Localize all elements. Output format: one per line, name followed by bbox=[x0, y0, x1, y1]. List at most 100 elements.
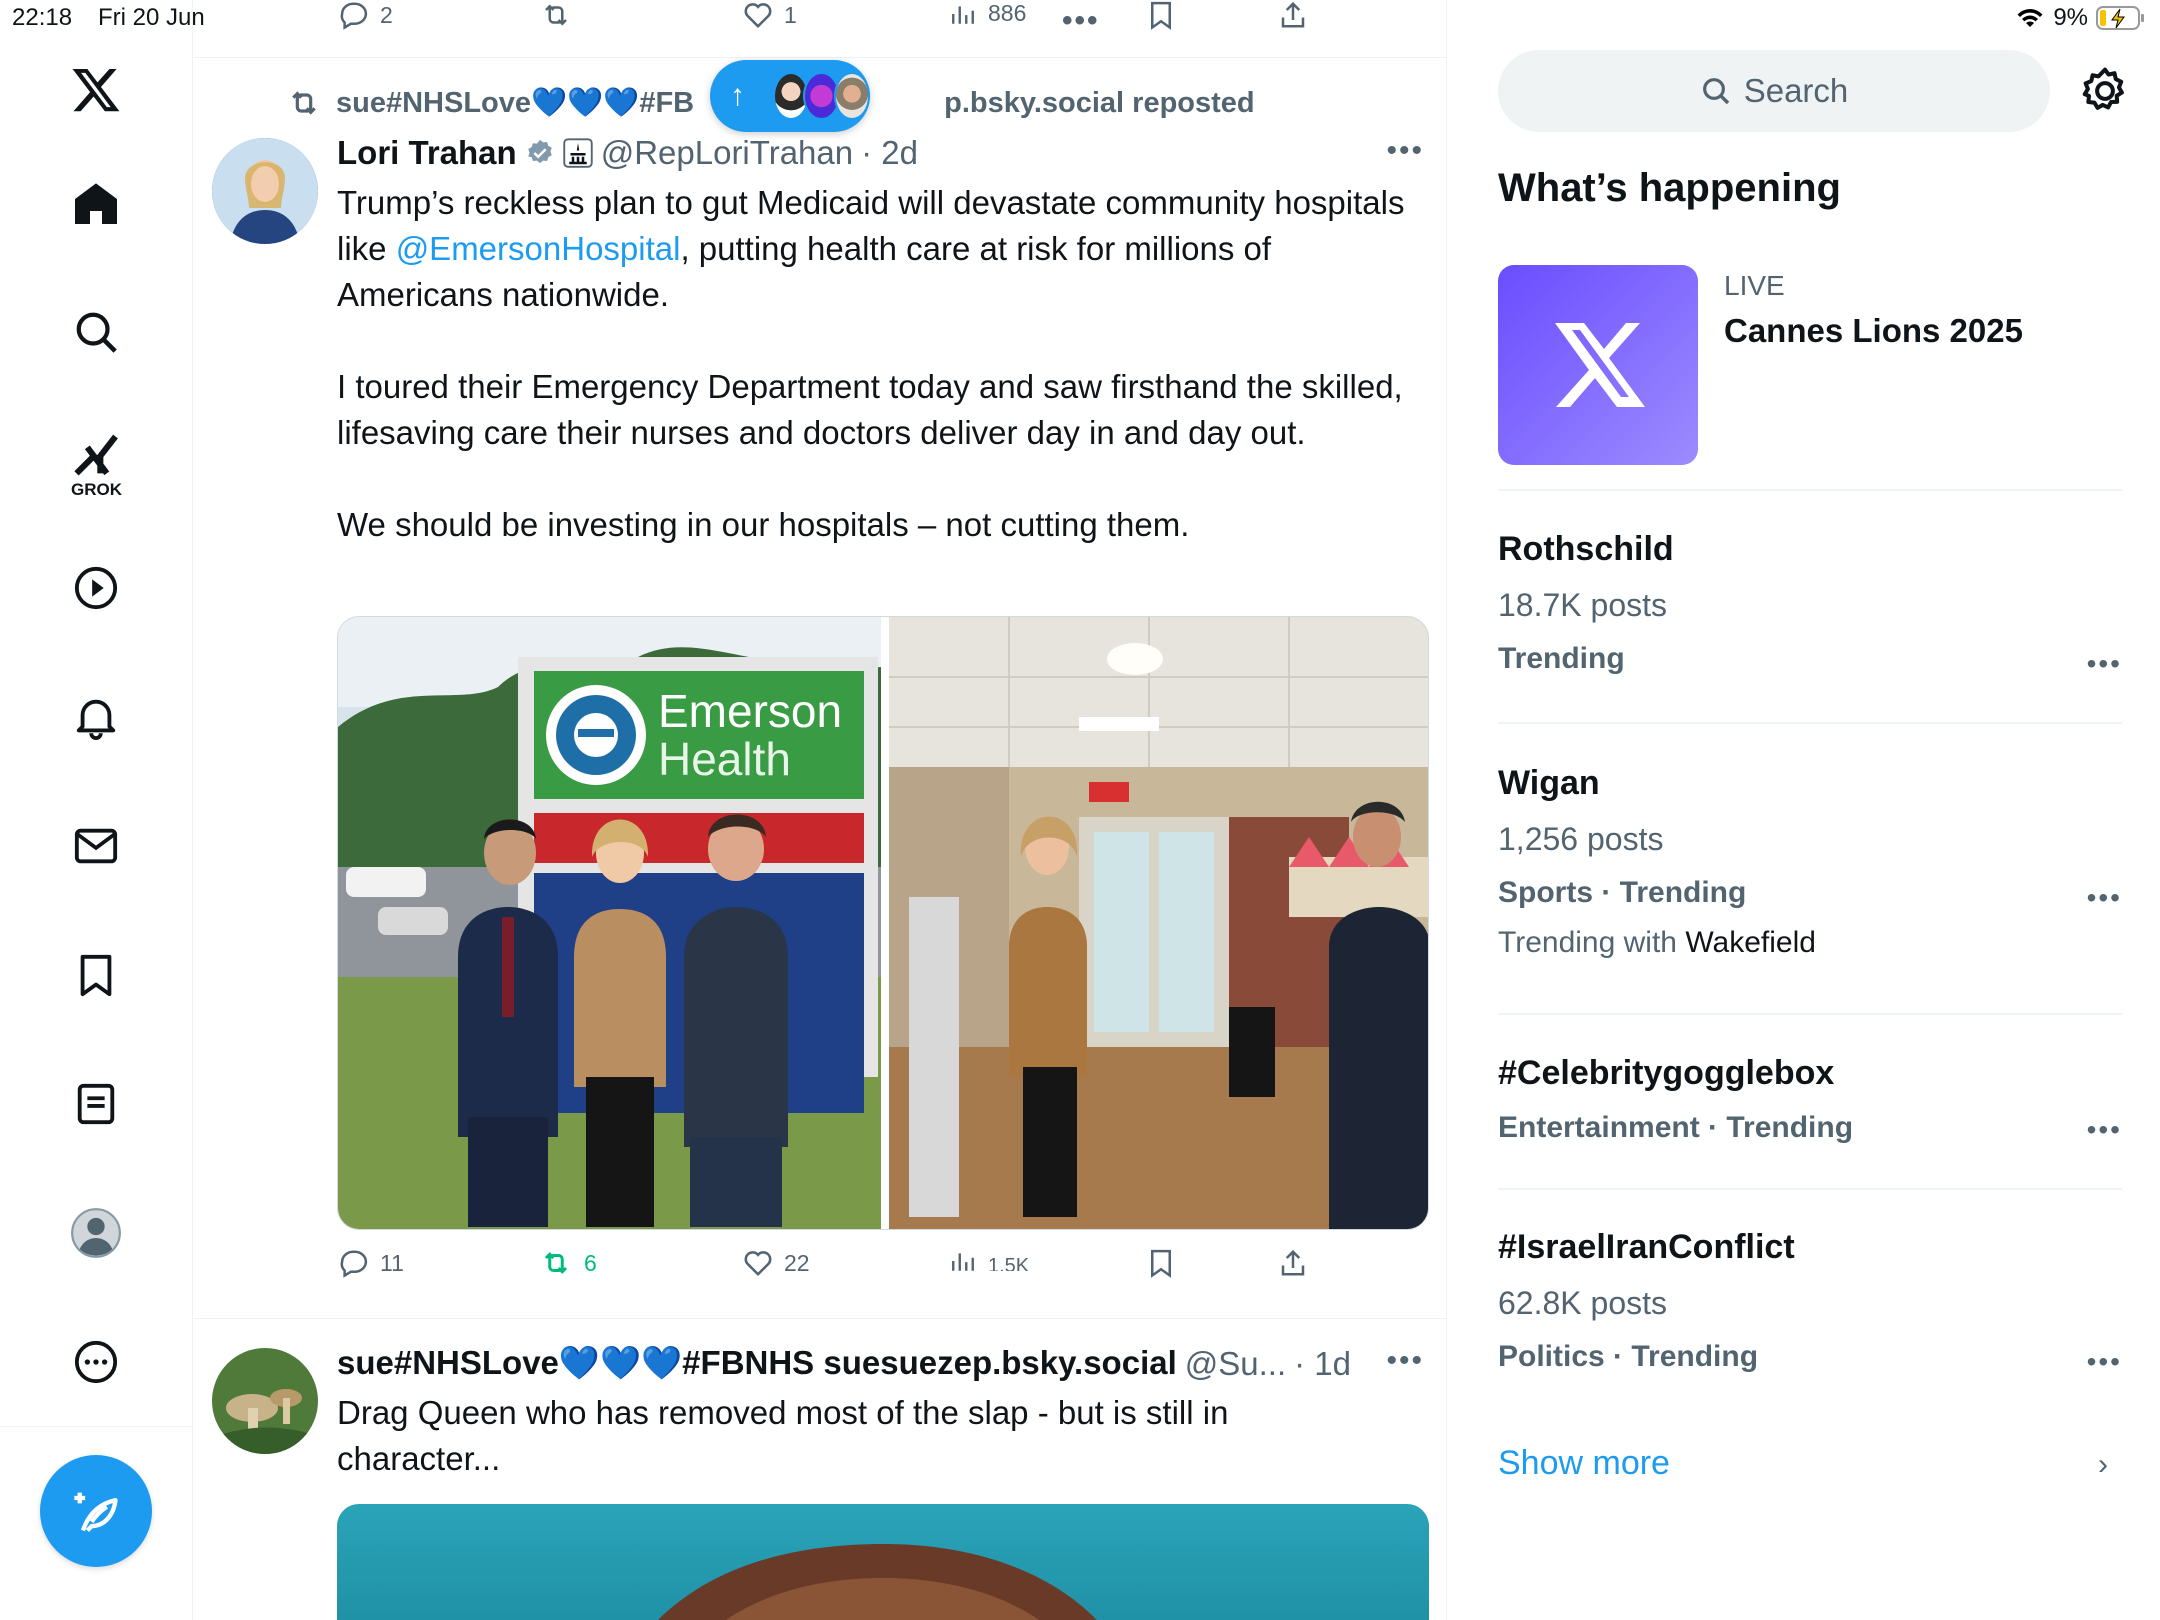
author-handle[interactable]: @RepLoriTrahan bbox=[601, 134, 853, 172]
trend-posts: 18.7K posts bbox=[1498, 587, 1667, 623]
reply-icon bbox=[340, 2, 368, 30]
view-count: 886 bbox=[988, 0, 1027, 26]
trend-category: Politics · Trending bbox=[1498, 1340, 1759, 1373]
heart-icon bbox=[744, 1251, 772, 1277]
live-event-thumbnail[interactable] bbox=[1498, 265, 1698, 465]
author-avatar[interactable] bbox=[212, 138, 318, 244]
notifications-bell-icon[interactable] bbox=[56, 677, 136, 757]
repost-count: 6 bbox=[584, 1249, 597, 1276]
post-text: Trump’s reckless plan to gut Medicaid wi… bbox=[337, 184, 1405, 543]
messages-envelope-icon[interactable] bbox=[56, 806, 136, 886]
search-icon[interactable] bbox=[56, 292, 136, 372]
like-button[interactable]: 22 bbox=[742, 1248, 810, 1278]
previous-post-actions: 2 1 886 ••• bbox=[194, 0, 1446, 58]
trend-more-icon[interactable]: ••• bbox=[2087, 1346, 2122, 1378]
hospital-sign-photo[interactable]: Emerson Health bbox=[338, 617, 881, 1229]
post-text: Drag Queen who has removed most of the s… bbox=[337, 1394, 1229, 1477]
repost-indicator-icon bbox=[292, 91, 316, 115]
trend-item[interactable]: Wigan 1,256 posts Sports · Trending Tren… bbox=[1498, 764, 2122, 960]
bookmarks-icon[interactable] bbox=[56, 935, 136, 1015]
right-sidebar: Search What’s happening LIVE Cannes Lion… bbox=[1448, 0, 2160, 1620]
reply-button[interactable]: 2 bbox=[338, 0, 393, 30]
trend-title: Rothschild bbox=[1498, 530, 1674, 568]
share-icon bbox=[1281, 1249, 1305, 1276]
sign-line-1: Emerson bbox=[658, 685, 842, 737]
trend-more-icon[interactable]: ••• bbox=[2087, 882, 2122, 914]
views-button[interactable]: 886 bbox=[948, 0, 1026, 27]
views-button[interactable]: 1.5K bbox=[948, 1248, 1029, 1274]
verified-badge-icon bbox=[527, 139, 552, 164]
nav-divider bbox=[0, 1426, 193, 1427]
bookmark-button[interactable] bbox=[1146, 1248, 1176, 1278]
author-avatar[interactable] bbox=[212, 1348, 318, 1454]
trend-divider bbox=[1498, 1188, 2122, 1190]
x-logo-icon[interactable] bbox=[56, 50, 136, 130]
trend-title: Wigan bbox=[1498, 764, 1600, 802]
reply-button[interactable]: 11 bbox=[338, 1248, 404, 1278]
like-button[interactable]: 1 bbox=[742, 0, 797, 30]
video-play-icon[interactable] bbox=[56, 548, 136, 628]
arrow-up-icon: ↑ bbox=[730, 79, 745, 112]
post-media-photo[interactable] bbox=[337, 1504, 1429, 1620]
chevron-right-icon[interactable]: › bbox=[2098, 1448, 2108, 1482]
repost-icon bbox=[545, 4, 567, 26]
trend-divider bbox=[1498, 1013, 2122, 1015]
reply-count: 2 bbox=[380, 1, 393, 28]
trend-item[interactable]: #IsraelIranConflict 62.8K posts Politics… bbox=[1498, 1228, 2122, 1377]
home-icon[interactable] bbox=[56, 164, 136, 244]
profile-avatar-icon[interactable] bbox=[56, 1193, 136, 1273]
new-posts-pill[interactable]: ↑ bbox=[710, 60, 870, 132]
trend-item[interactable]: #Celebritygogglebox Entertainment · Tren… bbox=[1498, 1054, 2122, 1145]
repost-button[interactable] bbox=[538, 0, 574, 30]
trend-title: #Celebritygogglebox bbox=[1498, 1054, 1835, 1092]
author-name[interactable]: Lori Trahan bbox=[337, 134, 517, 172]
share-button[interactable] bbox=[1278, 1248, 1308, 1278]
whats-happening-heading: What’s happening bbox=[1498, 166, 1841, 210]
reply-icon bbox=[340, 1250, 368, 1278]
search-icon bbox=[1702, 78, 1729, 105]
emergency-department-photo[interactable] bbox=[889, 617, 1428, 1229]
show-more-link[interactable]: Show more bbox=[1498, 1444, 1670, 1483]
author-handle[interactable]: @Su... bbox=[1185, 1345, 1286, 1383]
post-media-grid[interactable]: Emerson Health bbox=[337, 616, 1429, 1230]
share-icon bbox=[1281, 1, 1305, 28]
like-count: 1 bbox=[784, 1, 797, 28]
post-divider bbox=[194, 1318, 1446, 1319]
repost-button[interactable]: 6 bbox=[538, 1248, 597, 1278]
settings-gear-icon[interactable] bbox=[2078, 64, 2132, 118]
reposted-by-text-end: p.bsky.social reposted bbox=[944, 86, 1255, 119]
post-more-icon[interactable]: ••• bbox=[1386, 1344, 1424, 1378]
post-more-icon[interactable]: ••• bbox=[1386, 134, 1424, 168]
heart-icon bbox=[744, 3, 772, 29]
trend-category: Entertainment · Trending bbox=[1498, 1111, 1854, 1144]
trend-with: Trending with Wakefield bbox=[1498, 926, 1816, 959]
post-time[interactable]: · 2d bbox=[861, 134, 918, 172]
live-event-title[interactable]: Cannes Lions 2025 bbox=[1724, 312, 2023, 350]
share-button[interactable] bbox=[1278, 0, 1308, 30]
view-count: 1.5K bbox=[988, 1255, 1030, 1271]
repost-icon bbox=[544, 1252, 568, 1274]
mention-link[interactable]: @EmersonHospital bbox=[396, 230, 681, 267]
trend-more-icon[interactable]: ••• bbox=[2087, 648, 2122, 680]
search-placeholder: Search bbox=[1743, 72, 1849, 109]
sign-line-2: Health bbox=[658, 733, 791, 785]
bookmark-button[interactable] bbox=[1146, 0, 1176, 30]
compose-post-button[interactable] bbox=[40, 1455, 152, 1567]
trend-category: Trending bbox=[1498, 642, 1625, 675]
author-name[interactable]: sue#NHSLove💙💙💙#FBNHS suesuezep.bsky.soci… bbox=[337, 1344, 1177, 1383]
trend-divider bbox=[1498, 489, 2122, 491]
more-options-icon[interactable] bbox=[56, 1322, 136, 1402]
lists-icon[interactable] bbox=[56, 1064, 136, 1144]
trend-item[interactable]: Rothschild 18.7K posts Trending ••• bbox=[1498, 530, 2122, 679]
bookmark-icon bbox=[1151, 1249, 1171, 1278]
reposted-by-text-start: sue#NHSLove💙💙💙#FB bbox=[336, 87, 695, 119]
post-header: sue#NHSLove💙💙💙#FBNHS suesuezep.bsky.soci… bbox=[337, 1344, 1351, 1383]
reply-count: 11 bbox=[380, 1249, 404, 1276]
post-time[interactable]: · 1d bbox=[1294, 1345, 1351, 1383]
trend-more-icon[interactable]: ••• bbox=[2087, 1114, 2122, 1146]
new-post-avatar bbox=[833, 72, 870, 120]
grok-label: GROK bbox=[71, 480, 122, 499]
more-dots-icon[interactable]: ••• bbox=[1062, 4, 1100, 38]
views-chart-icon bbox=[952, 5, 974, 24]
search-input[interactable]: Search bbox=[1498, 50, 2050, 132]
